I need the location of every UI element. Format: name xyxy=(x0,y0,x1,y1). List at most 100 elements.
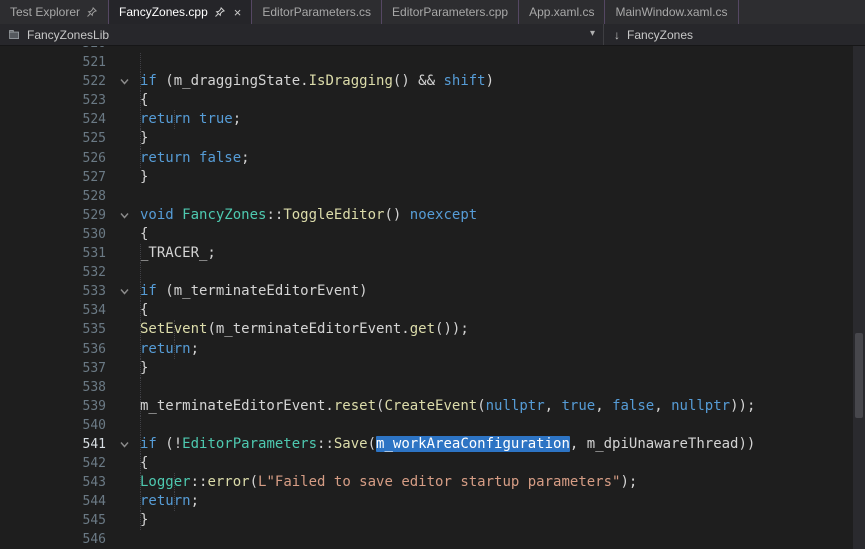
indent-guide xyxy=(140,416,141,435)
code-text[interactable] xyxy=(140,263,865,282)
code-text[interactable]: return true; xyxy=(140,110,865,129)
code-line: 543 Logger::error(L"Failed to save editor… xyxy=(0,473,865,492)
line-number[interactable]: 523 xyxy=(0,91,108,110)
code-text[interactable]: return; xyxy=(140,340,865,359)
code-text[interactable] xyxy=(140,378,865,397)
indent-guide xyxy=(140,53,141,72)
line-number[interactable]: 527 xyxy=(0,168,108,187)
line-number[interactable]: 544 xyxy=(0,492,108,511)
fold-spacer xyxy=(108,397,140,416)
code-text[interactable]: if (m_terminateEditorEvent) xyxy=(140,282,865,301)
code-text[interactable]: m_terminateEditorEvent.reset(CreateEvent… xyxy=(140,397,865,416)
code-text[interactable]: return false; xyxy=(140,149,865,168)
line-number[interactable]: 522 xyxy=(0,72,108,91)
code-line: 521 xyxy=(0,53,865,72)
code-text[interactable] xyxy=(140,53,865,72)
line-number[interactable]: 526 xyxy=(0,149,108,168)
code-text[interactable]: { xyxy=(140,225,865,244)
fold-chevron-icon[interactable] xyxy=(108,282,140,301)
line-number[interactable]: 531 xyxy=(0,244,108,263)
code-token: :: xyxy=(191,474,208,490)
member-dropdown[interactable]: ↓ FancyZones xyxy=(604,24,865,45)
line-number[interactable]: 537 xyxy=(0,359,108,378)
fold-chevron-icon[interactable] xyxy=(108,435,140,454)
line-number[interactable]: 524 xyxy=(0,110,108,129)
fold-spacer xyxy=(108,301,140,320)
line-number[interactable]: 543 xyxy=(0,473,108,492)
line-number[interactable]: 520 xyxy=(0,46,108,53)
tab-fancyzones-cpp[interactable]: FancyZones.cpp× xyxy=(109,0,252,24)
line-number[interactable]: 532 xyxy=(0,263,108,282)
code-token: EditorParameters xyxy=(182,436,317,452)
code-text[interactable]: _TRACER_; xyxy=(140,244,865,263)
fold-spacer xyxy=(108,149,140,168)
code-token: true xyxy=(199,111,233,127)
fold-chevron-icon[interactable] xyxy=(108,206,140,225)
tab-test-explorer[interactable]: Test Explorer xyxy=(0,0,109,24)
line-number[interactable]: 546 xyxy=(0,530,108,549)
line-number[interactable]: 538 xyxy=(0,378,108,397)
project-dropdown[interactable]: FancyZonesLib ▾ xyxy=(0,24,604,45)
indent-guide xyxy=(174,340,175,359)
code-token: } xyxy=(140,169,148,185)
code-text[interactable]: { xyxy=(140,301,865,320)
code-token: void xyxy=(140,207,174,223)
line-number[interactable]: 541 xyxy=(0,435,108,454)
code-line: 539 m_terminateEditorEvent.reset(CreateEv… xyxy=(0,397,865,416)
line-number[interactable]: 534 xyxy=(0,301,108,320)
code-text[interactable]: if (!EditorParameters::Save(m_workAreaCo… xyxy=(140,435,865,454)
line-number[interactable]: 535 xyxy=(0,320,108,339)
close-icon[interactable]: × xyxy=(234,6,242,19)
tab-app-xaml-cs[interactable]: App.xaml.cs xyxy=(519,0,605,24)
line-number[interactable]: 521 xyxy=(0,53,108,72)
indent-guide xyxy=(140,282,141,301)
line-number[interactable]: 529 xyxy=(0,206,108,225)
chevron-down-icon[interactable]: ▾ xyxy=(590,28,595,39)
code-text[interactable]: } xyxy=(140,168,865,187)
code-line: 544 return; xyxy=(0,492,865,511)
code-text[interactable]: void FancyZones::ToggleEditor() noexcept xyxy=(140,206,865,225)
scrollbar-thumb[interactable] xyxy=(855,333,863,419)
code-text[interactable]: Logger::error(L"Failed to save editor st… xyxy=(140,473,865,492)
code-text[interactable]: } xyxy=(140,359,865,378)
code-text[interactable]: return; xyxy=(140,492,865,511)
pin-icon[interactable] xyxy=(214,6,226,18)
code-text[interactable]: { xyxy=(140,454,865,473)
code-line: 533 if (m_terminateEditorEvent) xyxy=(0,282,865,301)
code-text[interactable] xyxy=(140,416,865,435)
code-text[interactable]: } xyxy=(140,129,865,148)
indent-guide xyxy=(140,511,141,530)
line-number[interactable]: 533 xyxy=(0,282,108,301)
code-text[interactable]: SetEvent(m_terminateEditorEvent.get()); xyxy=(140,320,865,339)
code-token xyxy=(174,207,182,223)
code-text[interactable]: if (m_draggingState.IsDragging() && shif… xyxy=(140,72,865,91)
line-number[interactable]: 528 xyxy=(0,187,108,206)
code-token: :: xyxy=(266,207,283,223)
pin-icon[interactable] xyxy=(86,6,98,18)
tab-editorparameters-cs[interactable]: EditorParameters.cs xyxy=(252,0,382,24)
code-token: } xyxy=(140,512,148,528)
line-number[interactable]: 525 xyxy=(0,129,108,148)
vertical-scrollbar[interactable] xyxy=(853,46,865,549)
line-number[interactable]: 539 xyxy=(0,397,108,416)
line-number[interactable]: 540 xyxy=(0,416,108,435)
tab-editorparameters-cpp[interactable]: EditorParameters.cpp xyxy=(382,0,519,24)
tab-label: MainWindow.xaml.cs xyxy=(615,5,727,19)
line-number[interactable]: 542 xyxy=(0,454,108,473)
code-text[interactable]: } xyxy=(140,511,865,530)
tab-mainwindow-xaml-cs[interactable]: MainWindow.xaml.cs xyxy=(605,0,738,24)
fold-chevron-icon[interactable] xyxy=(108,72,140,91)
code-text[interactable]: { xyxy=(140,91,865,110)
code-token: nullptr xyxy=(486,398,545,414)
line-number[interactable]: 536 xyxy=(0,340,108,359)
line-number[interactable]: 545 xyxy=(0,511,108,530)
code-token: (m_terminateEditorEvent) xyxy=(157,283,368,299)
code-text[interactable] xyxy=(140,46,865,53)
indent-guide xyxy=(140,378,141,397)
code-text[interactable] xyxy=(140,530,865,549)
line-number[interactable]: 530 xyxy=(0,225,108,244)
indent-guide xyxy=(140,301,141,320)
indent-guide xyxy=(174,473,175,492)
code-token: return xyxy=(140,341,191,357)
code-text[interactable] xyxy=(140,187,865,206)
